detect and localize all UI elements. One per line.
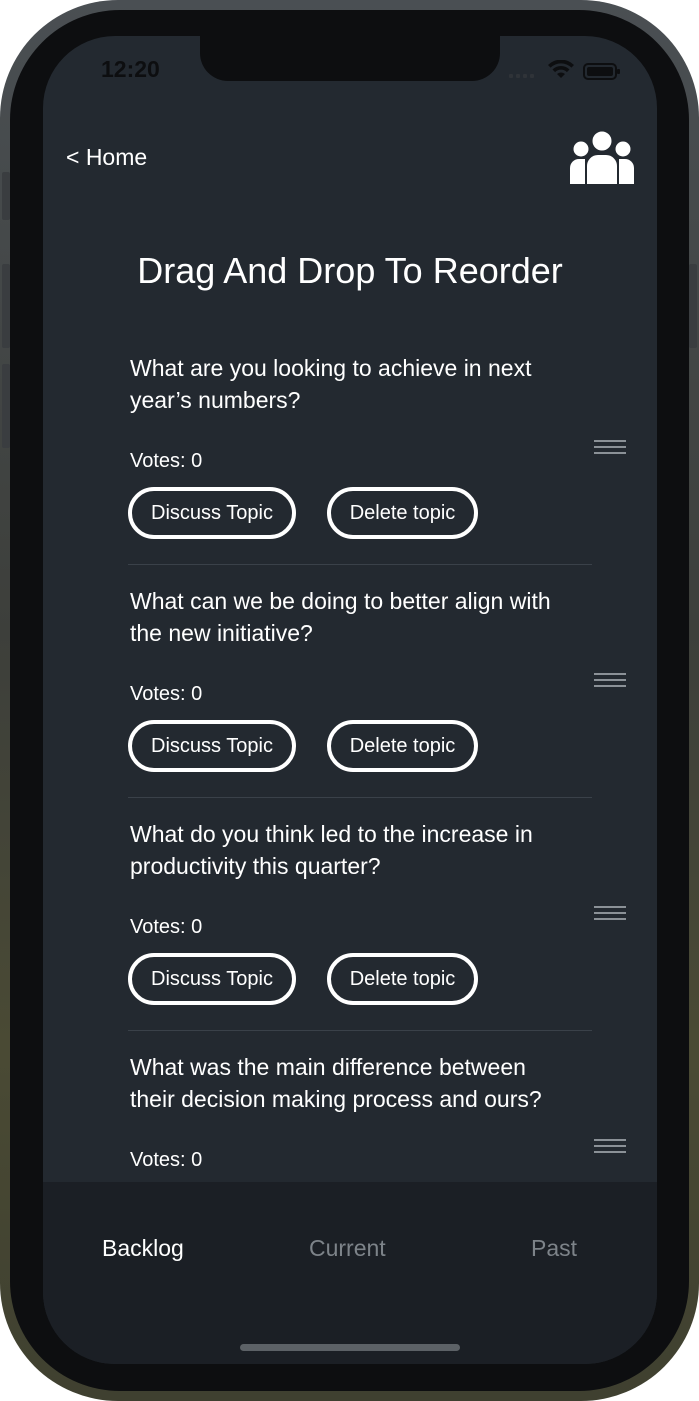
delete-topic-button[interactable]: Delete topic <box>327 720 478 772</box>
topic-question: What are you looking to achieve in next … <box>130 355 532 413</box>
topic-divider <box>128 1030 592 1031</box>
topic-divider <box>128 564 592 565</box>
topic-question: What do you think led to the increase in… <box>130 821 533 879</box>
signal-icon <box>509 74 534 78</box>
team-icon[interactable] <box>569 128 635 186</box>
topic-divider <box>128 797 592 798</box>
notch <box>200 36 500 81</box>
back-home-link[interactable]: < Home <box>66 144 147 171</box>
tab-current[interactable]: Current <box>309 1235 386 1262</box>
home-indicator[interactable] <box>240 1344 460 1351</box>
mute-switch <box>2 172 10 220</box>
delete-topic-button[interactable]: Delete topic <box>327 487 478 539</box>
topic-question: What can we be doing to better align wit… <box>130 588 551 646</box>
discuss-topic-button[interactable]: Discuss Topic <box>128 720 296 772</box>
topic-votes: Votes: 0 <box>130 683 203 705</box>
status-time: 12:20 <box>101 56 160 82</box>
page-title: Drag And Drop To Reorder <box>137 250 563 291</box>
topic-card: What can we be doing to better align wit… <box>128 585 592 818</box>
drag-handle-icon[interactable] <box>594 673 626 689</box>
drag-handle-icon[interactable] <box>594 906 626 922</box>
drag-handle-icon[interactable] <box>594 1139 626 1155</box>
delete-topic-button[interactable]: Delete topic <box>327 953 478 1005</box>
tab-backlog[interactable]: Backlog <box>102 1235 184 1262</box>
app-screen: 12:20 < Home Drag And Drop To Reorder Wh… <box>43 36 657 1364</box>
topic-question: What was the main difference between the… <box>130 1054 542 1112</box>
topic-card: What are you looking to achieve in next … <box>128 352 592 585</box>
wifi-icon <box>548 60 574 78</box>
topic-votes: Votes: 0 <box>130 916 203 938</box>
topic-votes: Votes: 0 <box>130 450 203 472</box>
volume-up-button <box>2 264 10 348</box>
drag-handle-icon[interactable] <box>594 440 626 456</box>
topic-votes: Votes: 0 <box>130 1149 203 1171</box>
volume-down-button <box>2 364 10 448</box>
tab-bar: Backlog Current Past <box>43 1182 657 1364</box>
status-icons <box>509 60 620 80</box>
discuss-topic-button[interactable]: Discuss Topic <box>128 953 296 1005</box>
power-button <box>689 264 697 348</box>
battery-icon <box>583 63 620 80</box>
discuss-topic-button[interactable]: Discuss Topic <box>128 487 296 539</box>
tab-past[interactable]: Past <box>531 1235 577 1262</box>
topic-card: What do you think led to the increase in… <box>128 818 592 1051</box>
